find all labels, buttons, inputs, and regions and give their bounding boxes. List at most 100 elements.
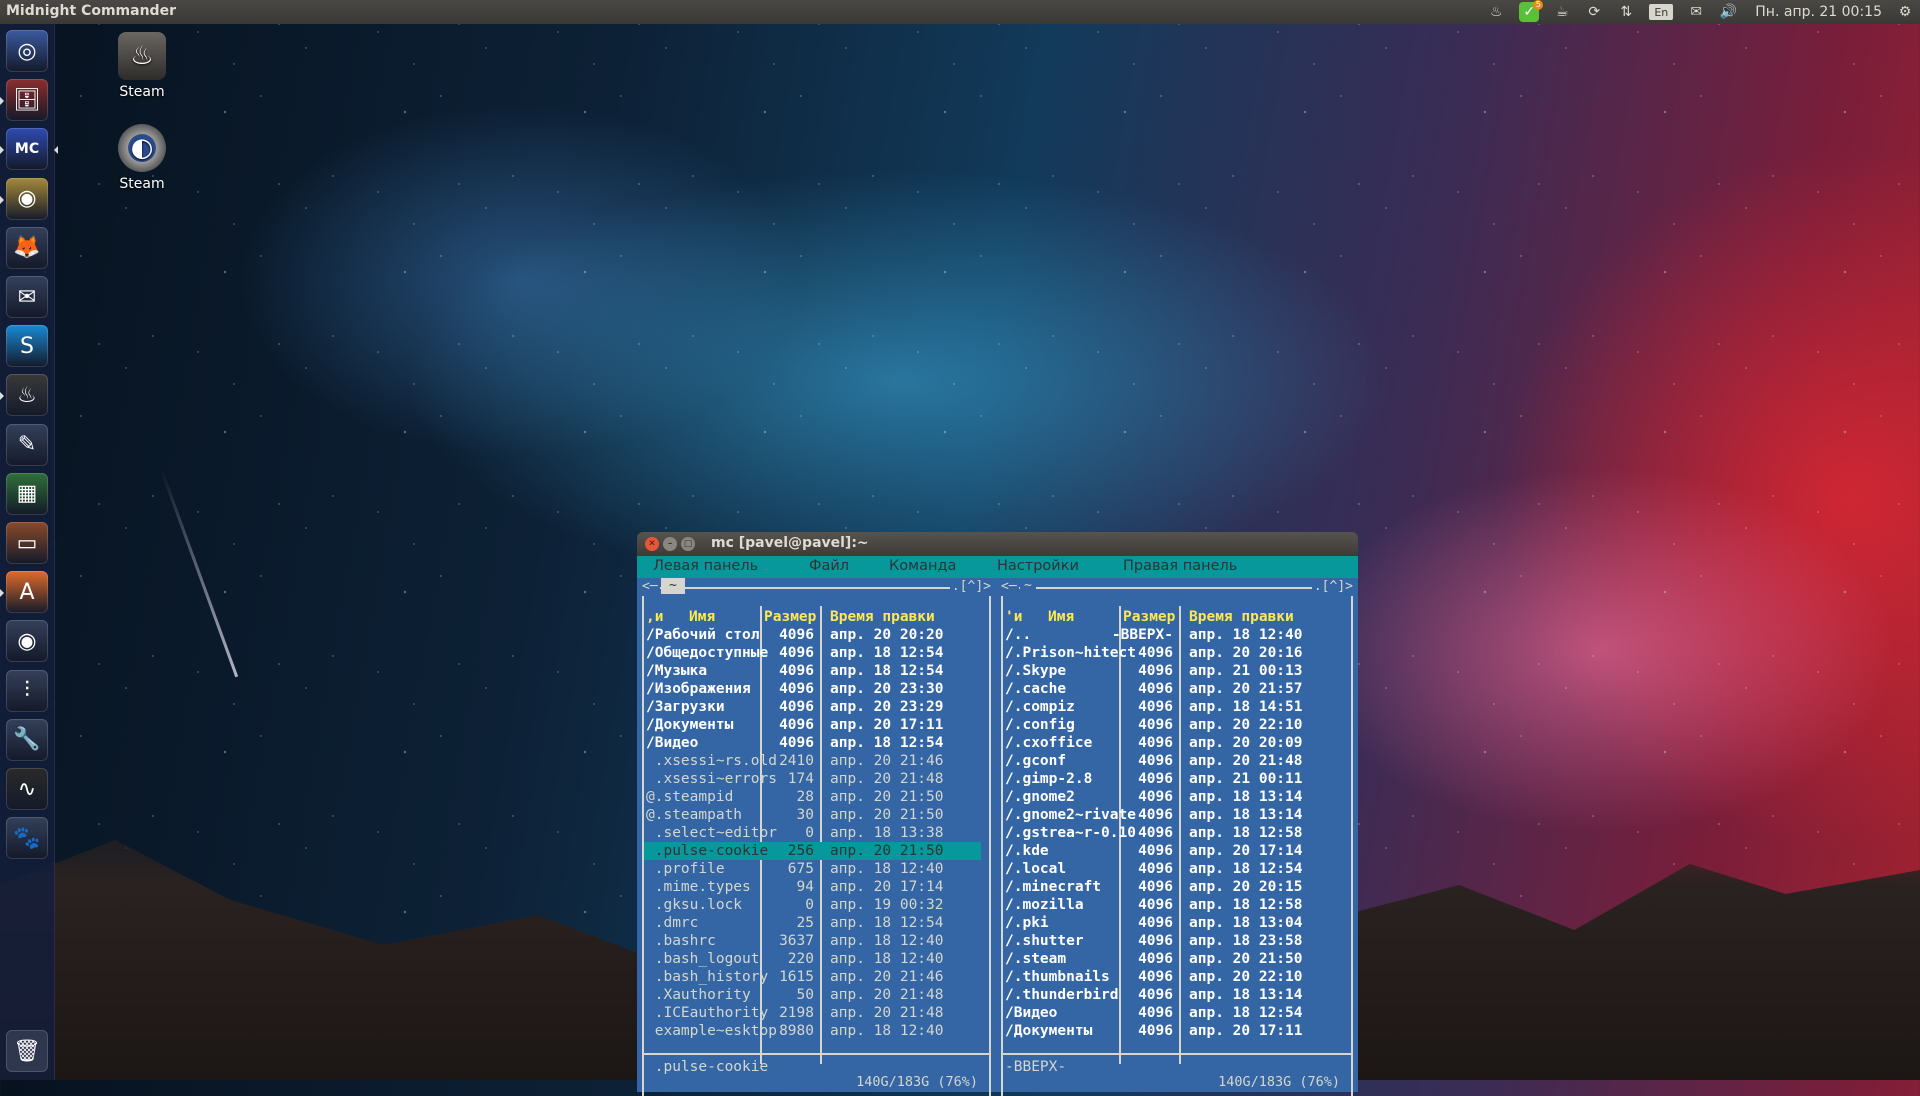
keyboard-layout-icon[interactable]: En [1649,4,1674,20]
panel-history-left[interactable]: <─ [999,578,1019,596]
desktop-icon-steam[interactable]: ◐ Steam [97,124,187,192]
launcher-system-settings[interactable]: 🔧 [6,718,48,761]
file-row[interactable]: /.kde 4096 апр. 20 17:14 [1003,842,1343,860]
file-row[interactable]: /.gimp-2.8 4096 апр. 21 00:11 [1003,770,1343,788]
column-header-mtime[interactable]: Время правки [1189,608,1294,626]
launcher-system-monitor[interactable]: ∿ [6,768,48,810]
panel-history-right[interactable]: .[^]> [949,578,993,596]
column-header-size[interactable]: Размер [1123,608,1175,626]
minimize-button[interactable]: – [663,537,677,551]
file-row[interactable]: /.gstrea~r-0.10 4096 апр. 18 12:58 [1003,824,1343,842]
file-row[interactable]: /.gnome2~rivate 4096 апр. 18 13:14 [1003,806,1343,824]
column-header-name[interactable]: Имя [689,608,715,626]
file-row[interactable]: /.shutter 4096 апр. 18 23:58 [1003,932,1343,950]
file-row[interactable]: .bashrc 3637 апр. 18 12:40 [644,932,981,950]
file-row[interactable]: /Видео 4096 апр. 18 12:54 [644,734,981,752]
launcher-libreoffice-writer[interactable]: ✎ [6,423,48,466]
file-row[interactable]: .xsessi~errors 174 апр. 20 21:48 [644,770,981,788]
panel-history-left[interactable]: <─ [640,578,660,596]
file-row[interactable]: /Документы 4096 апр. 20 17:11 [644,716,981,734]
file-row[interactable]: /Рабочий стол 4096 апр. 20 20:20 [644,626,981,644]
file-row[interactable]: /Общедоступные 4096 апр. 18 12:54 [644,644,981,662]
launcher-libreoffice-impress[interactable]: ▭ [6,522,48,564]
launcher-chrome[interactable]: ◉ [0,177,48,220]
menu-file[interactable]: Файл [809,558,849,574]
mail-icon[interactable]: ✉ [1687,2,1705,22]
file-row[interactable]: @.steampath 30 апр. 20 21:50 [644,806,981,824]
file-row[interactable]: /.compiz 4096 апр. 18 14:51 [1003,698,1343,716]
launcher-audio-player[interactable]: ◉ [6,620,48,663]
file-row[interactable]: .select~editor 0 апр. 18 13:38 [644,824,981,842]
file-row[interactable]: .pulse-cookie 256 апр. 20 21:50 [644,842,981,860]
sort-indicator[interactable]: ,и [646,608,663,626]
file-row[interactable]: example~esktop 8980 апр. 18 12:40 [644,1022,981,1040]
steam-icon[interactable]: ♨ [1487,2,1505,22]
menu-options[interactable]: Настройки [997,558,1079,574]
launcher-trash[interactable]: 🗑 [6,1030,48,1072]
launcher-gimp[interactable]: 🐾 [6,817,48,860]
sort-indicator[interactable]: 'и [1005,608,1022,626]
menu-left-panel[interactable]: Левая панель [653,558,758,574]
file-row[interactable]: /.mozilla 4096 апр. 18 12:58 [1003,896,1343,914]
file-row[interactable]: .dmrc 25 апр. 18 12:54 [644,914,981,932]
file-row[interactable]: .bash_logout 220 апр. 18 12:40 [644,950,981,968]
file-row[interactable]: /.thumbnails 4096 апр. 20 22:10 [1003,968,1343,986]
launcher-firefox[interactable]: 🦊 [6,226,48,269]
file-row[interactable]: /.pki 4096 апр. 18 13:04 [1003,914,1343,932]
file-row[interactable]: /.gconf 4096 апр. 20 21:48 [1003,752,1343,770]
launcher-steam[interactable]: ♨ [0,374,48,417]
file-row[interactable]: .Xauthority 50 апр. 20 21:48 [644,986,981,1004]
clock[interactable]: Пн. апр. 21 00:15 [1755,4,1882,20]
file-row[interactable]: /.gnome2 4096 апр. 18 13:14 [1003,788,1343,806]
close-button[interactable]: ✕ [645,537,659,551]
launcher-files[interactable]: 🗄 [0,79,48,122]
maximize-button[interactable]: □ [681,537,695,551]
file-row[interactable]: .xsessi~rs.old 2410 апр. 20 21:46 [644,752,981,770]
window-titlebar[interactable]: ✕ – □ mc [pavel@pavel]:~ [637,532,1358,556]
file-row[interactable]: /.. -ВВЕРХ-апр. 18 12:40 [1003,626,1343,644]
file-row[interactable]: /.config 4096 апр. 20 22:10 [1003,716,1343,734]
sync-icon[interactable]: ⟳ [1585,2,1603,22]
file-row[interactable]: .profile 675 апр. 18 12:40 [644,860,981,878]
menu-command[interactable]: Команда [889,558,956,574]
desktop-icon-steam[interactable]: ♨ Steam [97,32,187,100]
launcher-sound-mixer[interactable]: ⫶ [6,669,48,712]
file-row[interactable]: /Загрузки 4096 апр. 20 23:29 [644,698,981,716]
column-header-size[interactable]: Размер [764,608,816,626]
file-row[interactable]: /Видео 4096 апр. 18 12:54 [1003,1004,1343,1022]
file-row[interactable]: /Изображения 4096 апр. 20 23:30 [644,680,981,698]
file-row[interactable]: .ICEauthority 2198 апр. 20 21:48 [644,1004,981,1022]
right-panel[interactable]: <─ ~ .[^]> 'и Имя Размер Время правки /.. -ВВЕРХ… [996,578,1358,1096]
file-row[interactable]: .bash_history 1615 апр. 20 21:46 [644,968,981,986]
file-row[interactable]: /.Prison~hitect 4096 апр. 20 20:16 [1003,644,1343,662]
panel-history-right[interactable]: .[^]> [1311,578,1355,596]
file-row[interactable]: /.steam 4096 апр. 20 21:50 [1003,950,1343,968]
volume-icon[interactable]: 🔊 [1719,2,1737,22]
panel-path[interactable]: ~ [1020,578,1036,594]
launcher-libreoffice-calc[interactable]: ▦ [6,472,48,515]
file-row[interactable]: /.cache 4096 апр. 20 21:57 [1003,680,1343,698]
file-row[interactable]: /Музыка 4096 апр. 18 12:54 [644,662,981,680]
file-row[interactable]: @.steampid 28 апр. 20 21:50 [644,788,981,806]
file-row[interactable]: /.minecraft 4096 апр. 20 20:15 [1003,878,1343,896]
file-row[interactable]: /.Skype 4096 апр. 21 00:13 [1003,662,1343,680]
launcher-midnight-commander[interactable]: MC [0,128,58,171]
panel-path[interactable]: ~ [661,578,685,594]
network-icon[interactable]: ⇅ [1617,2,1635,22]
left-panel[interactable]: <─ ~ .[^]> ,и Имя Размер Время правки/Рабочий … [637,578,996,1096]
file-row[interactable]: /.local 4096 апр. 18 12:54 [1003,860,1343,878]
launcher-dash-home[interactable]: ◎ [6,30,48,72]
menu-right-panel[interactable]: Правая панель [1123,558,1237,574]
file-row[interactable]: /Документы 4096 апр. 20 17:11 [1003,1022,1343,1040]
skype-status-icon[interactable]: ✓ 5 [1519,0,1544,22]
file-row[interactable]: .gksu.lock 0 апр. 19 00:32 [644,896,981,914]
session-menu-icon[interactable]: ⚙ [1896,2,1914,22]
file-row[interactable]: /.thunderbird 4096 апр. 18 13:14 [1003,986,1343,1004]
launcher-skype[interactable]: S [6,325,48,368]
column-header-mtime[interactable]: Время правки [830,608,935,626]
file-row[interactable]: /.cxoffice 4096 апр. 20 20:09 [1003,734,1343,752]
launcher-software-center[interactable]: A [0,571,48,614]
column-header-name[interactable]: Имя [1048,608,1074,626]
launcher-thunderbird[interactable]: ✉ [6,276,48,318]
cup-icon[interactable]: ☕ [1553,2,1571,22]
